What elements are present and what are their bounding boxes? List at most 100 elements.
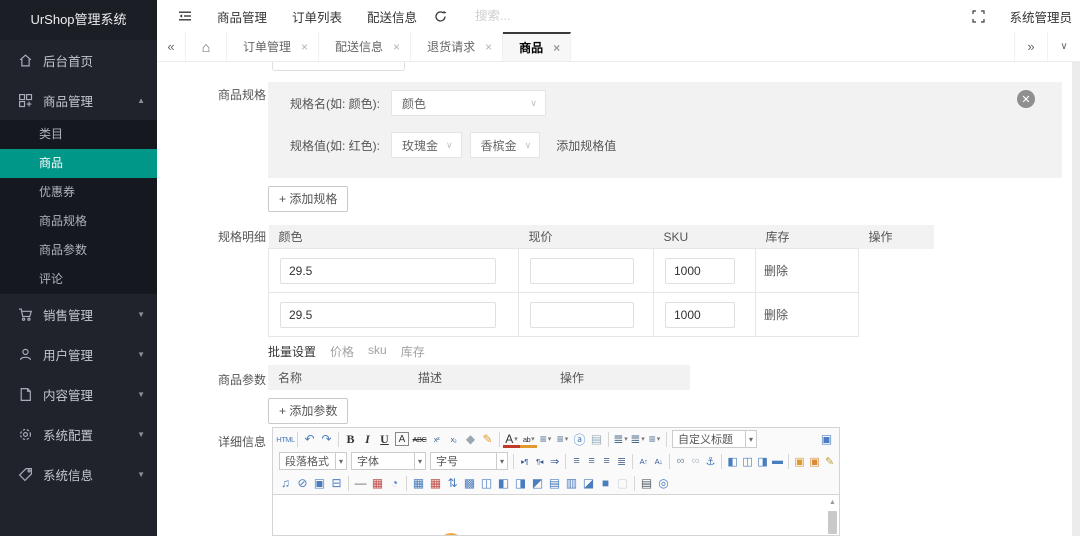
- clear-doc-icon[interactable]: ▢: [614, 474, 631, 492]
- spec-value-select-玫瑰金[interactable]: 玫瑰金∨: [391, 132, 462, 158]
- merge-right-icon[interactable]: ◪: [580, 474, 597, 492]
- page-break-icon[interactable]: ⊟: [328, 474, 345, 492]
- image-align-left-icon[interactable]: ◧: [725, 452, 740, 470]
- preview-icon[interactable]: ◎: [655, 474, 672, 492]
- sidebar-subitem-优惠券[interactable]: 优惠券: [0, 178, 157, 207]
- add-spec-button[interactable]: + 添加规格: [268, 186, 348, 212]
- format-brush-icon[interactable]: ✎: [479, 430, 496, 448]
- tab-退货请求[interactable]: 退货请求×: [411, 32, 503, 61]
- spec-name-select[interactable]: 颜色 ∨: [391, 90, 546, 116]
- custom-title-select[interactable]: 自定义标题▾: [672, 430, 757, 448]
- line-height-icon[interactable]: ≡▾: [646, 430, 663, 448]
- color-input[interactable]: [280, 258, 496, 284]
- paragraph-spacing-bottom-icon[interactable]: ≣▾: [629, 430, 646, 448]
- search-input[interactable]: [473, 8, 627, 24]
- editor-scrollbar[interactable]: ▲: [828, 499, 837, 533]
- redo-icon[interactable]: ↷: [318, 430, 335, 448]
- price-input[interactable]: [530, 258, 634, 284]
- font-family-select[interactable]: 字体▾: [351, 452, 426, 470]
- tab-商品[interactable]: 商品×: [503, 32, 571, 61]
- batch-link-价格[interactable]: 价格: [330, 343, 354, 360]
- eraser-icon[interactable]: ◆: [462, 430, 479, 448]
- sidebar-item-销售管理[interactable]: 销售管理▼: [0, 294, 157, 334]
- insert-date-icon[interactable]: ▦: [369, 474, 386, 492]
- align-justify-icon[interactable]: ≣: [614, 452, 629, 470]
- add-param-button[interactable]: + 添加参数: [268, 398, 348, 424]
- background-color-icon[interactable]: ✎: [822, 452, 837, 470]
- rtl-icon[interactable]: ¶◂: [532, 452, 547, 470]
- font-size-up-icon[interactable]: A↑: [636, 452, 651, 470]
- sidebar-item-系统配置[interactable]: 系统配置▼: [0, 414, 157, 454]
- undo-icon[interactable]: ↶: [301, 430, 318, 448]
- topnav-订单列表[interactable]: 订单列表: [292, 7, 342, 26]
- indent-icon[interactable]: ⇒: [547, 452, 562, 470]
- collapse-sidebar-icon[interactable]: [178, 9, 192, 23]
- sku-input[interactable]: [665, 302, 735, 328]
- superscript-icon[interactable]: x²: [428, 430, 445, 448]
- delete-row-link[interactable]: 删除: [756, 308, 788, 322]
- sidebar-item-系统信息[interactable]: 系统信息▼: [0, 454, 157, 494]
- sidebar-item-后台首页[interactable]: 后台首页: [0, 40, 157, 80]
- tab-配送信息[interactable]: 配送信息×: [319, 32, 411, 61]
- align-center-icon[interactable]: ≡: [584, 452, 599, 470]
- close-spec-icon[interactable]: ✕: [1017, 90, 1035, 108]
- delete-col-icon[interactable]: ◩: [529, 474, 546, 492]
- truncated-input[interactable]: [272, 62, 405, 71]
- fullscreen-editor-icon[interactable]: ▣: [818, 430, 835, 448]
- tab-close-icon[interactable]: ×: [301, 40, 308, 54]
- italic-icon[interactable]: I: [359, 430, 376, 448]
- bold-icon[interactable]: B: [342, 430, 359, 448]
- insert-table-icon[interactable]: ▦: [410, 474, 427, 492]
- table-border-icon[interactable]: ▩: [461, 474, 478, 492]
- horizontal-rule-icon[interactable]: ―: [352, 474, 369, 492]
- sidebar-item-商品管理[interactable]: 商品管理▲: [0, 80, 157, 120]
- delete-table-icon[interactable]: ▦: [427, 474, 444, 492]
- tabs-scroll-left-icon[interactable]: «: [157, 32, 186, 61]
- ltr-icon[interactable]: ▸¶: [517, 452, 532, 470]
- refresh-icon[interactable]: [434, 10, 447, 23]
- editor-content[interactable]: ▲: [273, 494, 839, 535]
- paragraph-spacing-top-icon[interactable]: ≣▾: [612, 430, 629, 448]
- topnav-商品管理[interactable]: 商品管理: [217, 7, 267, 26]
- insert-col-icon[interactable]: ◧: [495, 474, 512, 492]
- sidebar-item-内容管理[interactable]: 内容管理▼: [0, 374, 157, 414]
- scroll-up-icon[interactable]: ▲: [828, 499, 837, 507]
- tab-close-icon[interactable]: ×: [393, 40, 400, 54]
- price-input[interactable]: [530, 302, 634, 328]
- scrollbar-thumb[interactable]: [828, 511, 837, 534]
- unordered-list-icon[interactable]: ≡▾: [554, 430, 571, 448]
- insert-image-icon[interactable]: ▣: [792, 452, 807, 470]
- user-menu[interactable]: 系统管理员: [1009, 7, 1072, 26]
- image-align-center-icon[interactable]: ◫: [740, 452, 755, 470]
- merge-down-icon[interactable]: ■: [597, 474, 614, 492]
- source-code-icon[interactable]: HTML: [277, 430, 294, 448]
- delete-row-icon[interactable]: ◨: [512, 474, 529, 492]
- insert-music-icon[interactable]: ♫: [277, 474, 294, 492]
- batch-link-sku[interactable]: sku: [368, 343, 387, 360]
- tab-close-icon[interactable]: ×: [553, 41, 560, 55]
- print-icon[interactable]: ▤: [638, 474, 655, 492]
- tab-home-icon[interactable]: ⌂: [186, 32, 227, 61]
- subscript-icon[interactable]: x₂: [445, 430, 462, 448]
- topnav-配送信息[interactable]: 配送信息: [367, 7, 417, 26]
- sidebar-item-用户管理[interactable]: 用户管理▼: [0, 334, 157, 374]
- table-sort-icon[interactable]: ⇅: [444, 474, 461, 492]
- fullscreen-icon[interactable]: [972, 10, 985, 23]
- tab-close-icon[interactable]: ×: [485, 40, 492, 54]
- align-right-icon[interactable]: ≡: [599, 452, 614, 470]
- tabs-menu-icon[interactable]: ∨: [1047, 32, 1080, 61]
- sidebar-subitem-商品[interactable]: 商品: [0, 149, 157, 178]
- insert-time-icon[interactable]: ◔: [386, 474, 403, 492]
- delete-row-link[interactable]: 删除: [756, 264, 788, 278]
- sku-input[interactable]: [665, 258, 735, 284]
- image-align-right-icon[interactable]: ◨: [755, 452, 770, 470]
- sidebar-subitem-商品规格[interactable]: 商品规格: [0, 207, 157, 236]
- unlink-icon[interactable]: ∞: [688, 452, 703, 470]
- font-size-select[interactable]: 字号▾: [430, 452, 508, 470]
- sidebar-subitem-类目[interactable]: 类目: [0, 120, 157, 149]
- insert-video-icon[interactable]: ▯: [837, 452, 839, 470]
- paragraph-format-select[interactable]: 段落格式▾: [279, 452, 347, 470]
- tabs-scroll-right-icon[interactable]: »: [1014, 32, 1047, 61]
- split-cells-icon[interactable]: ▥: [563, 474, 580, 492]
- align-left-icon[interactable]: ≡: [569, 452, 584, 470]
